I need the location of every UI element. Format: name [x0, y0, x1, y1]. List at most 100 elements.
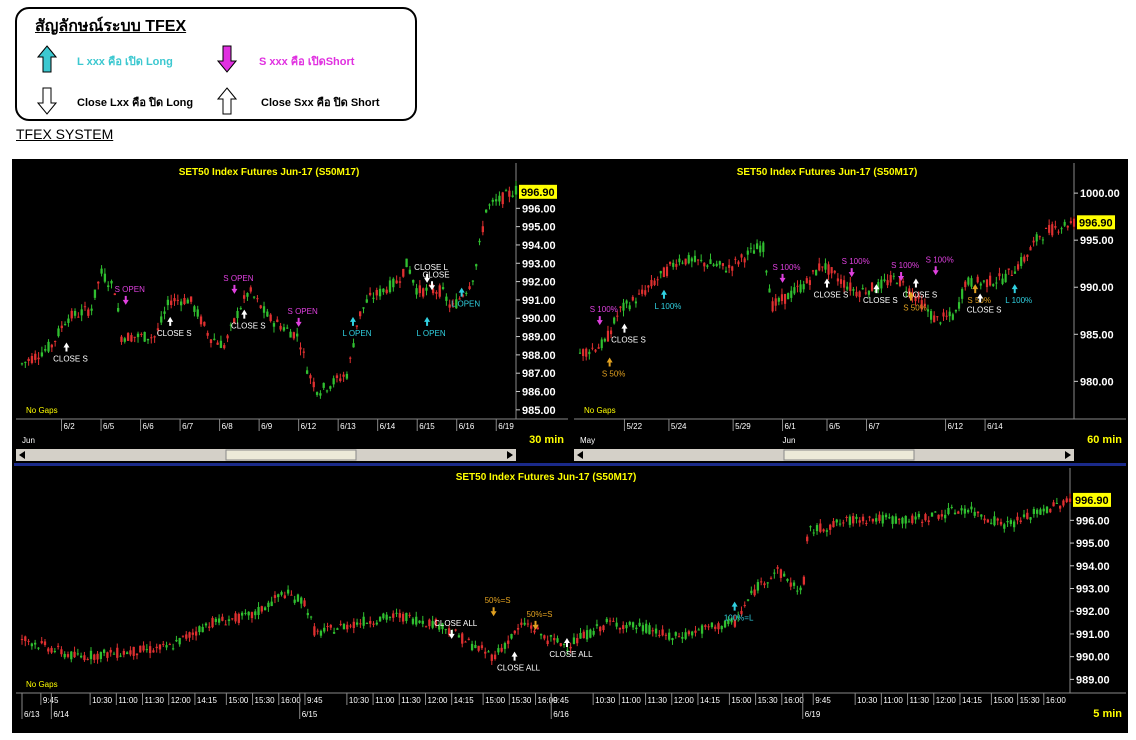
candle-body — [163, 311, 166, 314]
candle-body — [50, 344, 53, 348]
candle-body — [135, 653, 139, 656]
candle-body — [102, 649, 106, 653]
candle-body — [843, 280, 846, 288]
x-tick-label: 6/7 — [182, 422, 194, 431]
candle-body — [246, 293, 249, 297]
y-tick-label: 992.00 — [522, 277, 556, 289]
candle-body — [714, 626, 717, 629]
scrollbar-thumb — [783, 449, 915, 461]
candle-body — [73, 310, 77, 316]
candle-body — [70, 310, 73, 319]
candle-body — [520, 622, 523, 625]
candle-body — [498, 195, 501, 202]
candle-body — [110, 280, 113, 284]
candle-body — [93, 654, 96, 660]
candle-body — [428, 619, 431, 627]
signal-label: CLOSE — [422, 270, 449, 279]
candle-body — [653, 280, 656, 286]
candle-body — [262, 306, 266, 313]
candle-body — [60, 325, 63, 329]
candle-body — [293, 599, 296, 603]
candle-body — [139, 645, 142, 653]
candle-body — [1063, 221, 1066, 226]
candle-body — [106, 652, 109, 658]
candle-body — [70, 651, 73, 660]
candle-body — [322, 382, 325, 388]
candle-body — [677, 636, 681, 638]
candle-body — [936, 316, 939, 318]
candle-body — [999, 521, 1003, 525]
candle-body — [1004, 273, 1007, 283]
candle-body — [886, 280, 889, 286]
candle-body — [907, 521, 911, 523]
signal-label: CLOSE S — [863, 296, 898, 305]
candle-body — [1032, 509, 1036, 514]
y-tick-label: 990.00 — [522, 313, 556, 325]
signal-label: S OPEN — [223, 274, 253, 283]
candle-body — [37, 357, 40, 360]
candle-body — [382, 613, 385, 619]
candle-body — [471, 280, 475, 282]
candle-body — [231, 618, 234, 620]
candle-body — [728, 264, 731, 268]
signal-label: 50%=S — [485, 596, 511, 605]
x-tick-label: 11:00 — [118, 696, 138, 705]
x-tick-label: 6/12 — [948, 422, 964, 431]
x-tick-label: 12:00 — [171, 696, 192, 705]
candle-body — [608, 620, 612, 622]
candle-body — [395, 612, 398, 614]
candle-body — [240, 612, 244, 616]
candle-body — [1022, 514, 1026, 517]
candle-body — [687, 631, 691, 635]
candle-body — [236, 310, 239, 319]
candle-body — [957, 302, 961, 309]
y-tick-label: 992.00 — [1076, 606, 1110, 618]
signal-arrow-up-icon — [511, 651, 518, 661]
candle-body — [50, 647, 53, 653]
x-tick-label: 12:00 — [427, 696, 448, 705]
signal-label: CLOSE S — [53, 355, 88, 364]
candle-body — [824, 263, 827, 270]
candle-body — [582, 631, 585, 639]
candle-body — [1048, 225, 1051, 233]
candle-body — [526, 623, 530, 625]
candle-body — [1044, 228, 1048, 230]
candle-body — [982, 280, 985, 282]
signal-label: S 100% — [590, 305, 618, 314]
candle-body — [375, 622, 378, 625]
candle-body — [47, 648, 50, 652]
period-label-2: Jun — [783, 436, 796, 445]
candle-body — [507, 640, 510, 644]
candle-body — [362, 616, 365, 626]
candle-body — [398, 613, 401, 618]
candle-body — [503, 643, 507, 649]
candle-body — [44, 349, 47, 351]
signal-arrow-up-icon — [1011, 284, 1018, 294]
x-tick-label: 6/7 — [869, 422, 881, 431]
candle-body — [849, 282, 852, 292]
signal-label: CLOSE ALL — [549, 650, 593, 659]
candle-body — [756, 243, 759, 249]
candle-body — [204, 623, 208, 626]
candle-body — [1032, 240, 1035, 243]
y-tick-label: 1000.00 — [1080, 188, 1120, 200]
x-tick-label: 6/14 — [380, 422, 396, 431]
x-tick-label: 11:30 — [648, 696, 668, 705]
candle-body — [158, 644, 162, 650]
candle-body — [392, 613, 395, 618]
candle-body — [276, 319, 279, 322]
candle-body — [97, 281, 100, 284]
legend-close-long-label: Close Lxx คือ ปิด Long — [77, 97, 194, 109]
candle-body — [488, 204, 491, 206]
candle-body — [283, 595, 286, 599]
candle-body — [852, 289, 855, 291]
y-tick-label: 996.00 — [522, 203, 556, 215]
candle-body — [536, 627, 539, 630]
interval-label: 60 min — [1087, 434, 1122, 446]
candle-body — [656, 279, 659, 281]
candle-body — [179, 301, 183, 306]
y-tick-label: 985.00 — [1080, 329, 1114, 341]
candle-body — [543, 635, 546, 639]
x-tick-label: 16:00 — [784, 696, 805, 705]
legend-close-short-label: Close Sxx คือ ปิด Short — [261, 97, 380, 109]
